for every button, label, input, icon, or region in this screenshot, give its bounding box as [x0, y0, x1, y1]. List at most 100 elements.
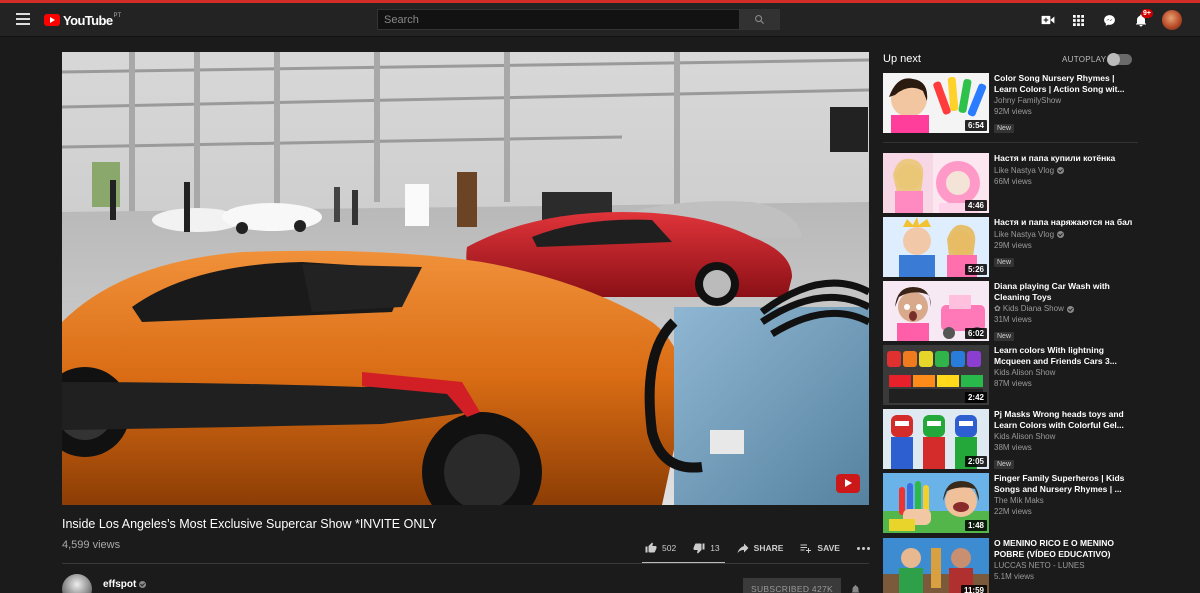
channel-name[interactable]: ✿ Kids Diana Show	[994, 304, 1064, 314]
like-button[interactable]: 502	[645, 542, 676, 554]
messages-button[interactable]	[1094, 9, 1125, 31]
video-thumbnail[interactable]: 6:02	[883, 281, 989, 341]
video-views: 31M views	[994, 315, 1032, 324]
thumbs-down-icon	[693, 543, 705, 554]
create-video-button[interactable]	[1032, 9, 1063, 31]
autoplay-label: AUTOPLAY	[1062, 55, 1107, 64]
channel-name[interactable]: Johny FamilyShow	[994, 96, 1061, 106]
verified-icon	[1057, 231, 1065, 238]
video-duration: 1:48	[964, 520, 987, 531]
channel-name-link[interactable]: effspot	[103, 579, 147, 590]
notification-count-badge: 9+	[1141, 9, 1153, 18]
list-item[interactable]: 6:54 Color Song Nursery Rhymes | Learn C…	[883, 73, 1153, 133]
apps-button[interactable]	[1063, 9, 1094, 31]
video-thumbnail[interactable]: 2:42	[883, 345, 989, 405]
video-frame-image	[62, 52, 869, 505]
video-title[interactable]: Diana playing Car Wash with Cleaning Toy…	[994, 281, 1134, 302]
video-views: 66M views	[994, 176, 1032, 186]
account-avatar[interactable]	[1162, 10, 1182, 30]
new-badge: New	[994, 332, 1015, 341]
video-player[interactable]	[62, 52, 869, 505]
menu-icon[interactable]	[16, 13, 30, 25]
video-actions: 502 13 SHARE SAVE	[645, 540, 887, 556]
share-icon	[737, 543, 749, 553]
channel-name[interactable]: Kids Alison Show	[994, 432, 1055, 442]
logo-text: YouTube	[63, 12, 113, 28]
video-title[interactable]: Pj Masks Wrong heads toys and Learn Colo…	[994, 409, 1134, 430]
share-label: SHARE	[753, 543, 784, 553]
video-title[interactable]: O MENINO RICO E O MENINO POBRE (VÍDEO ED…	[994, 538, 1134, 559]
thumbs-up-icon	[645, 542, 657, 553]
list-item[interactable]: 1:48 Finger Family Superheros | Kids Son…	[883, 473, 1153, 533]
more-actions-button[interactable]	[856, 546, 870, 550]
channel-name[interactable]: The Mik Maks	[994, 496, 1044, 506]
list-item[interactable]: 6:02 Diana playing Car Wash with Cleanin…	[883, 281, 1153, 341]
save-label: SAVE	[817, 543, 840, 553]
logo-country-code: PT	[113, 13, 122, 19]
messages-icon	[1104, 14, 1115, 26]
video-view-count: 4,599 views	[62, 539, 121, 551]
channel-name[interactable]: Like Nastya Vlog	[994, 166, 1054, 176]
divider	[883, 142, 1138, 143]
video-duration: 11:59	[960, 585, 987, 593]
autoplay-toggle[interactable]	[1107, 53, 1132, 66]
list-item[interactable]: 2:05 Pj Masks Wrong heads toys and Learn…	[883, 409, 1153, 469]
search-input[interactable]	[377, 9, 740, 30]
more-horizontal-icon	[856, 546, 870, 550]
divider	[62, 563, 869, 564]
share-button[interactable]: SHARE	[737, 543, 784, 554]
video-views: 38M views	[994, 443, 1032, 452]
new-badge: New	[994, 124, 1015, 133]
up-next-heading: Up next	[883, 53, 921, 65]
video-duration: 6:02	[964, 328, 987, 339]
video-views: 22M views	[994, 507, 1032, 516]
list-item[interactable]: 4:46 Настя и папа купили котёнка Like Na…	[883, 153, 1153, 213]
playlist-add-icon	[800, 544, 812, 553]
video-thumbnail[interactable]: 4:46	[883, 153, 989, 213]
verified-icon	[1066, 305, 1074, 313]
video-title[interactable]: Настя и папа купили котёнка	[994, 153, 1134, 164]
video-views: 92M views	[994, 107, 1032, 116]
video-views: 87M views	[994, 379, 1032, 388]
youtube-watermark-icon[interactable]	[836, 474, 860, 493]
channel-name[interactable]: LUCCAS NETO - LUNES	[994, 561, 1085, 571]
video-thumbnail[interactable]: 2:05	[883, 409, 989, 469]
notifications-button[interactable]: 9+	[1125, 9, 1156, 31]
video-thumbnail[interactable]: 5:26	[883, 217, 989, 277]
channel-name[interactable]: Kids Alison Show	[994, 368, 1055, 378]
new-badge: New	[994, 460, 1015, 469]
video-title[interactable]: Color Song Nursery Rhymes | Learn Colors…	[994, 73, 1134, 94]
channel-name[interactable]: Like Nastya Vlog	[994, 230, 1054, 240]
youtube-logo[interactable]: YouTube PT	[44, 11, 121, 29]
channel-avatar[interactable]	[62, 574, 92, 593]
youtube-play-icon	[44, 14, 60, 26]
search-icon	[755, 15, 765, 25]
video-title[interactable]: Настя и папа наряжаются на бал	[994, 217, 1134, 228]
video-title[interactable]: Finger Family Superheros | Kids Songs an…	[994, 473, 1134, 494]
list-item[interactable]: 2:42 Learn colors With lightning Mcqueen…	[883, 345, 1153, 405]
channel-notification-button[interactable]	[851, 582, 860, 593]
dislike-button[interactable]: 13	[693, 542, 720, 554]
apps-grid-icon	[1073, 14, 1084, 26]
video-title[interactable]: Learn colors With lightning Mcqueen and …	[994, 345, 1134, 366]
subscribe-button[interactable]: SUBSCRIBED 427K	[743, 578, 841, 593]
verified-icon	[139, 581, 147, 588]
video-title: Inside Los Angeles’s Most Exclusive Supe…	[62, 517, 437, 531]
video-duration: 2:05	[964, 456, 987, 467]
list-item[interactable]: 11:59 O MENINO RICO E O MENINO POBRE (VÍ…	[883, 538, 1153, 593]
bell-icon	[851, 585, 860, 593]
video-views: 29M views	[994, 240, 1032, 250]
video-duration: 2:42	[964, 392, 987, 403]
video-camera-icon	[1041, 15, 1054, 25]
verified-icon	[1057, 167, 1065, 174]
video-thumbnail[interactable]: 6:54	[883, 73, 989, 133]
video-thumbnail[interactable]: 11:59	[883, 538, 989, 593]
channel-name: effspot	[103, 579, 137, 590]
masthead: YouTube PT 9+	[0, 3, 1200, 37]
video-views: 5.1M views	[994, 572, 1035, 581]
like-count: 502	[662, 543, 677, 553]
list-item[interactable]: 5:26 Настя и папа наряжаются на бал Like…	[883, 217, 1153, 277]
save-button[interactable]: SAVE	[800, 543, 840, 554]
video-thumbnail[interactable]: 1:48	[883, 473, 989, 533]
search-button[interactable]	[740, 9, 780, 30]
